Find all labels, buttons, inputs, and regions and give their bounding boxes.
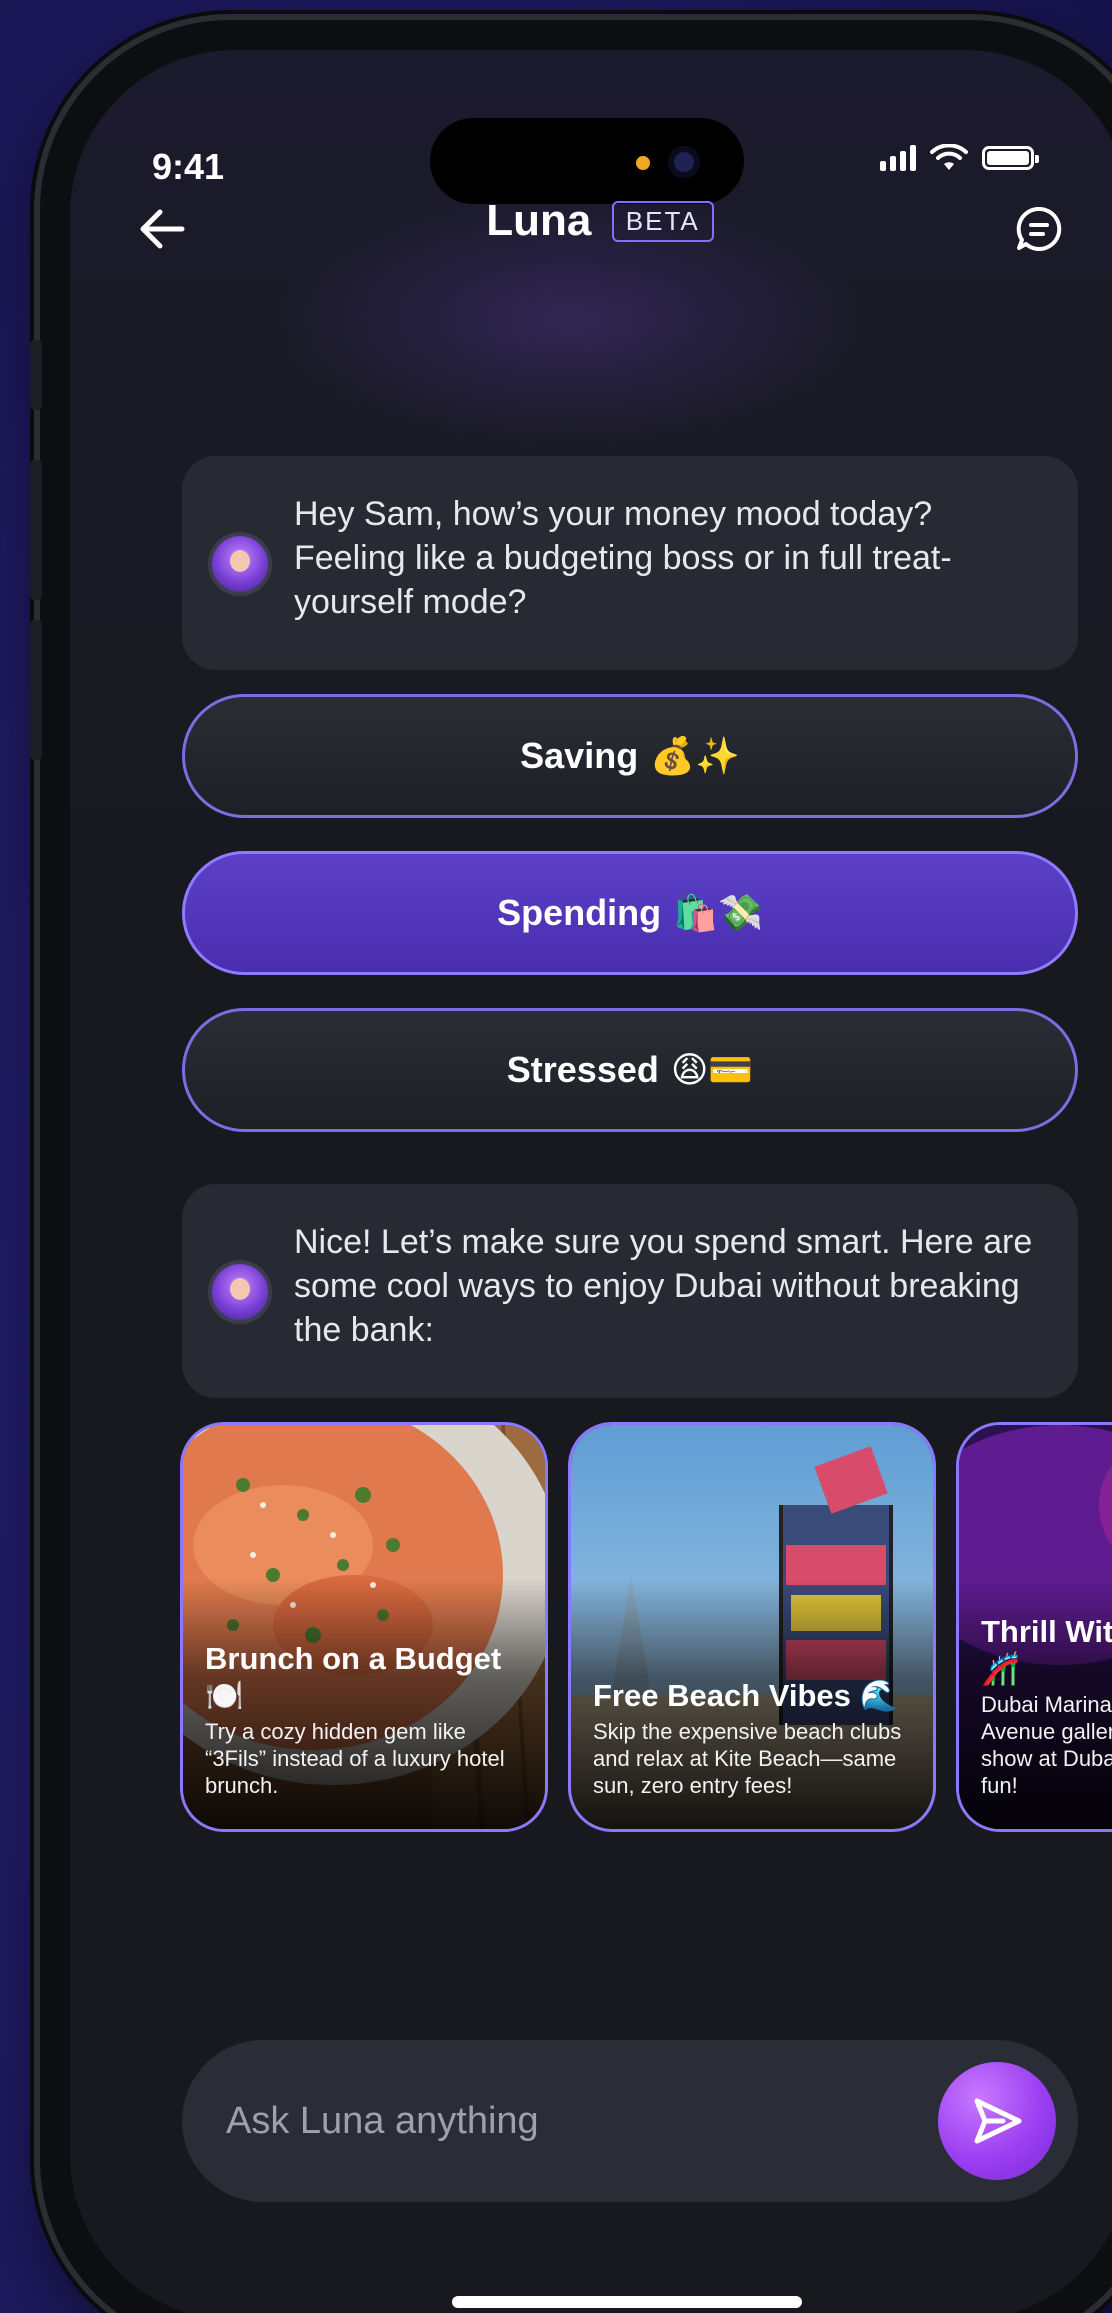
option-label: Saving bbox=[520, 735, 639, 776]
suggestion-card-free-fun[interactable]: Thrill Without the Bill 🎢 Dubai Marina W… bbox=[956, 1422, 1112, 1832]
luna-message-greeting: Hey Sam, how’s your money mood today? Fe… bbox=[182, 456, 1078, 670]
header-title-group: Luna BETA bbox=[70, 196, 1112, 246]
card-description: Skip the expensive beach clubs and relax… bbox=[593, 1719, 902, 1798]
card-content: Brunch on a Budget 🍽️ Try a cozy hidden … bbox=[205, 1640, 527, 1799]
card-title: Thrill Without the Bill 🎢 bbox=[981, 1614, 1112, 1686]
volume-up-button bbox=[30, 460, 42, 600]
weary-face-card-emoji: 😩💳 bbox=[670, 1049, 754, 1090]
cellular-signal-icon bbox=[880, 145, 916, 171]
card-content: Thrill Without the Bill 🎢 Dubai Marina W… bbox=[981, 1613, 1112, 1799]
home-indicator[interactable] bbox=[452, 2296, 802, 2308]
shopping-bags-money-emoji: 🛍️💸 bbox=[673, 892, 763, 933]
app-screen: 9:41 Luna BETA Hey Sam, how’s your money… bbox=[70, 50, 1112, 2313]
front-camera bbox=[668, 146, 700, 178]
battery-icon bbox=[982, 146, 1039, 170]
message-composer bbox=[182, 2040, 1078, 2202]
message-text: Hey Sam, how’s your money mood today? Fe… bbox=[294, 495, 952, 621]
status-icons bbox=[880, 144, 1039, 172]
send-icon bbox=[974, 2098, 1022, 2144]
suggestion-carousel[interactable]: Brunch on a Budget 🍽️ Try a cozy hidden … bbox=[180, 1422, 1112, 1834]
card-description: Try a cozy hidden gem like “3Fils” inste… bbox=[205, 1719, 505, 1798]
phone-frame: 9:41 Luna BETA Hey Sam, how’s your money… bbox=[30, 20, 1112, 2313]
luna-message-suggestions: Nice! Let’s make sure you spend smart. H… bbox=[182, 1184, 1078, 1398]
beta-badge: BETA bbox=[611, 200, 714, 242]
option-label: Spending bbox=[497, 892, 662, 933]
luna-avatar bbox=[212, 1264, 268, 1320]
card-title: Brunch on a Budget 🍽️ bbox=[205, 1641, 502, 1713]
card-title: Free Beach Vibes 🌊 bbox=[593, 1678, 899, 1713]
mute-switch bbox=[30, 340, 42, 410]
mood-option-stressed[interactable]: Stressed 😩💳 bbox=[182, 1008, 1078, 1132]
wifi-icon bbox=[930, 144, 968, 170]
privacy-indicator-dot bbox=[636, 156, 650, 170]
chat-bubble-icon bbox=[1016, 206, 1062, 251]
option-label: Stressed bbox=[506, 1049, 659, 1090]
money-bag-sparkles-emoji: 💰✨ bbox=[650, 735, 740, 776]
card-content: Free Beach Vibes 🌊 Skip the expensive be… bbox=[593, 1677, 915, 1799]
card-description: Dubai Marina Walk, Alserkal Avenue galle… bbox=[981, 1692, 1112, 1798]
ask-luna-input[interactable] bbox=[224, 2090, 878, 2152]
dynamic-island bbox=[430, 118, 744, 204]
luna-avatar bbox=[212, 536, 268, 592]
suggestion-card-beach[interactable]: Free Beach Vibes 🌊 Skip the expensive be… bbox=[568, 1422, 936, 1832]
volume-down-button bbox=[30, 620, 42, 760]
message-text: Nice! Let’s make sure you spend smart. H… bbox=[294, 1223, 1033, 1349]
status-time: 9:41 bbox=[152, 146, 225, 187]
mood-option-saving[interactable]: Saving 💰✨ bbox=[182, 694, 1078, 818]
suggestion-card-brunch[interactable]: Brunch on a Budget 🍽️ Try a cozy hidden … bbox=[180, 1422, 548, 1832]
send-button[interactable] bbox=[938, 2062, 1056, 2180]
mood-option-spending[interactable]: Spending 🛍️💸 bbox=[182, 851, 1078, 975]
page-title: Luna bbox=[486, 196, 592, 245]
chat-history-button[interactable] bbox=[1014, 204, 1064, 254]
